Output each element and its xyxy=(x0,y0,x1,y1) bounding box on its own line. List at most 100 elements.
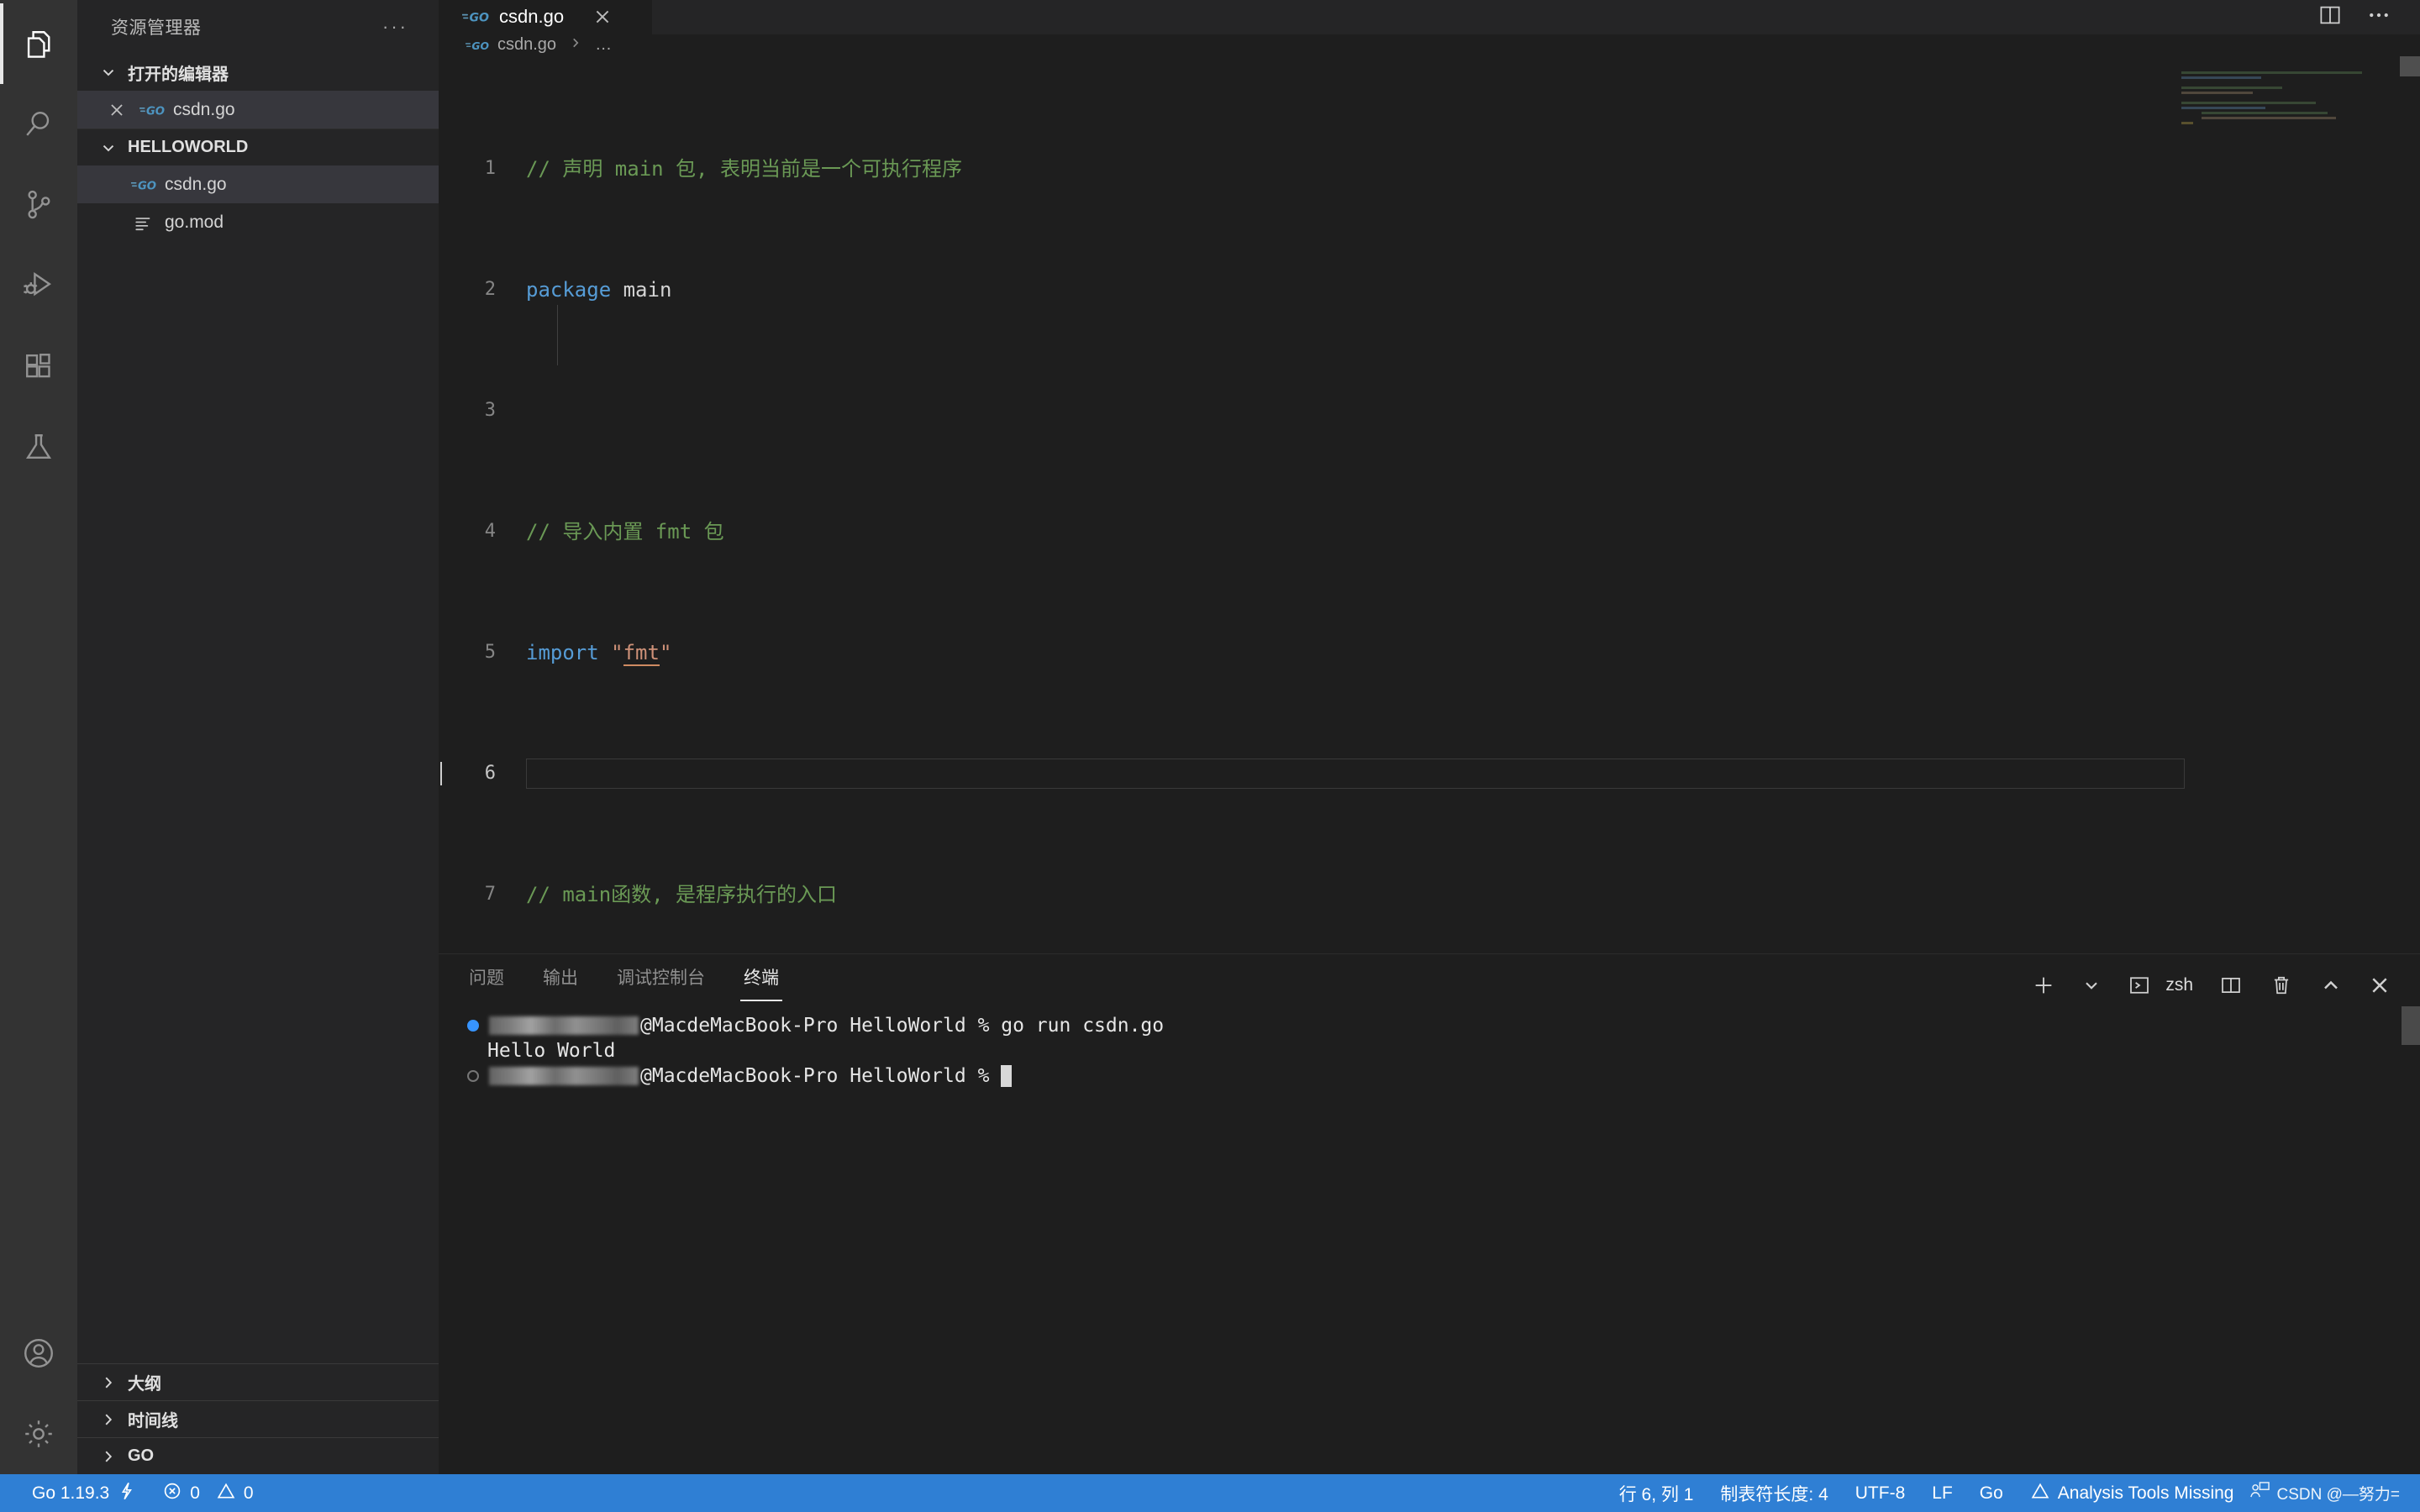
status-language-mode-label: Go xyxy=(1980,1483,2003,1504)
activity-item-search[interactable] xyxy=(0,84,77,165)
maximize-panel-icon[interactable] xyxy=(2319,974,2343,997)
code-line: 1 // 声明 main 包, 表明当前是一个可执行程序 xyxy=(439,154,2420,184)
svg-text:GO: GO xyxy=(471,40,489,52)
open-editor-item-csdn-go[interactable]: GO csdn.go xyxy=(77,91,439,129)
more-actions-icon[interactable] xyxy=(2366,3,2391,32)
split-terminal-icon[interactable] xyxy=(2218,973,2244,998)
terminal-line-text: Hello World xyxy=(487,1038,615,1063)
file-item-label: csdn.go xyxy=(165,175,227,195)
chevron-right-icon xyxy=(96,1407,121,1432)
editor-scrollbar-thumb[interactable] xyxy=(2400,56,2420,76)
file-item-csdn-go[interactable]: GO csdn.go xyxy=(77,165,439,203)
minimap[interactable] xyxy=(2181,71,2400,172)
line-content: // 声明 main 包, 表明当前是一个可执行程序 xyxy=(496,154,962,184)
status-problems[interactable]: 0 0 xyxy=(149,1474,266,1512)
sidebar-title: 资源管理器 xyxy=(111,14,202,39)
tab-csdn-go[interactable]: GO csdn.go xyxy=(439,0,653,34)
split-editor-icon[interactable] xyxy=(2317,3,2343,32)
status-bar-left: Go 1.19.3 0 0 xyxy=(0,1474,267,1512)
tab-terminal-label: 终端 xyxy=(744,964,779,990)
panel-tabs: 问题 输出 调试控制台 终端 xyxy=(466,954,782,1006)
current-line-highlight xyxy=(526,759,2185,789)
line-number: 1 xyxy=(439,154,496,184)
go-file-icon: GO xyxy=(466,37,489,54)
code-editor[interactable]: 1 // 声明 main 包, 表明当前是一个可执行程序 2 package m… xyxy=(439,56,2420,953)
status-eol-label: LF xyxy=(1932,1483,1953,1504)
status-analysis-tools-label: Analysis Tools Missing xyxy=(2058,1483,2234,1504)
terminal-scrollbar-thumb[interactable] xyxy=(2402,1006,2420,1045)
activity-item-run-and-debug[interactable] xyxy=(0,245,77,326)
section-go[interactable]: GO xyxy=(77,1437,439,1474)
activity-item-settings[interactable] xyxy=(0,1394,77,1474)
files-icon xyxy=(20,25,57,62)
activity-item-testing[interactable] xyxy=(0,407,77,487)
line-number: 3 xyxy=(439,396,496,426)
extensions-icon xyxy=(20,348,57,385)
tab-close-icon[interactable] xyxy=(592,7,613,27)
activity-item-explorer[interactable] xyxy=(0,3,77,84)
status-encoding-label: UTF-8 xyxy=(1855,1483,1906,1504)
line-number: 2 xyxy=(439,275,496,305)
status-go-version[interactable]: Go 1.19.3 xyxy=(18,1474,149,1512)
status-cursor-position[interactable]: 行 6, 列 1 xyxy=(1606,1474,1707,1512)
redacted-username xyxy=(489,1067,639,1085)
tab-problems-label: 问题 xyxy=(469,964,504,990)
token-keyword: package xyxy=(526,278,611,302)
svg-text:GO: GO xyxy=(469,12,489,25)
status-indentation[interactable]: 制表符长度: 4 xyxy=(1707,1474,1841,1512)
sidebar-more-actions-icon[interactable]: ··· xyxy=(382,16,408,38)
breadcrumb: GO csdn.go … xyxy=(439,34,2420,57)
terminal-output[interactable]: @MacdeMacBook-Pro HelloWorld % go run cs… xyxy=(439,1006,2420,1474)
new-terminal-icon[interactable] xyxy=(2031,973,2056,998)
breadcrumb-item-file[interactable]: csdn.go xyxy=(497,35,556,55)
status-analysis-tools[interactable]: Analysis Tools Missing xyxy=(2017,1474,2248,1512)
activity-item-extensions[interactable] xyxy=(0,326,77,407)
go-file-icon: GO xyxy=(131,176,156,194)
tab-terminal[interactable]: 终端 xyxy=(740,954,782,1006)
section-outline[interactable]: 大纲 xyxy=(77,1363,439,1400)
go-file-icon: GO xyxy=(139,101,165,119)
close-panel-icon[interactable] xyxy=(2368,974,2391,997)
section-go-label: GO xyxy=(128,1446,154,1466)
activity-bar xyxy=(0,0,77,1474)
chevron-right-icon xyxy=(96,1444,121,1469)
terminal-line: Hello World xyxy=(467,1038,2420,1063)
token-quote: " xyxy=(611,641,623,664)
terminal-cursor xyxy=(1001,1065,1012,1087)
tab-problems[interactable]: 问题 xyxy=(466,954,508,1006)
tab-output[interactable]: 输出 xyxy=(539,954,581,1006)
section-timeline-label: 时间线 xyxy=(128,1407,178,1431)
terminal-line-text: @MacdeMacBook-Pro HelloWorld % go run cs… xyxy=(640,1013,1164,1038)
trash-icon[interactable] xyxy=(2269,973,2294,998)
line-content: // main函数, 是程序执行的入口 xyxy=(496,879,837,910)
file-item-go-mod[interactable]: go.mod xyxy=(77,203,439,241)
tab-debug-console[interactable]: 调试控制台 xyxy=(613,954,708,1006)
line-number: 7 xyxy=(439,879,496,910)
terminal-shell-label[interactable]: zsh xyxy=(2165,975,2193,995)
line-content: // 导入内置 fmt 包 xyxy=(496,517,724,547)
status-language-mode[interactable]: Go xyxy=(1966,1474,2017,1512)
close-icon[interactable] xyxy=(103,101,131,119)
new-terminal-dropdown-icon[interactable] xyxy=(2081,975,2102,995)
text-cursor xyxy=(440,762,442,785)
chevron-down-icon xyxy=(96,60,121,85)
status-eol[interactable]: LF xyxy=(1918,1474,1966,1512)
section-timeline[interactable]: 时间线 xyxy=(77,1400,439,1437)
section-open-editors[interactable]: 打开的编辑器 xyxy=(77,54,439,91)
line-number: 5 xyxy=(439,638,496,668)
terminal-shell-icon[interactable] xyxy=(2127,973,2152,998)
editor-tab-bar: GO csdn.go xyxy=(439,0,2420,34)
source-control-icon xyxy=(20,186,57,223)
editor-scrollbar[interactable] xyxy=(2400,56,2420,953)
mod-file-icon xyxy=(131,213,156,232)
section-workspace-helloworld[interactable]: HELLOWORLD xyxy=(77,129,439,165)
code-line: 5 import "fmt" xyxy=(439,638,2420,668)
breadcrumb-item-more[interactable]: … xyxy=(595,35,612,55)
code-lines: 1 // 声明 main 包, 表明当前是一个可执行程序 2 package m… xyxy=(439,56,2420,953)
activity-item-source-control[interactable] xyxy=(0,165,77,245)
file-tree-empty-space xyxy=(77,241,439,1363)
panel-header: 问题 输出 调试控制台 终端 xyxy=(439,954,2420,1006)
activity-item-accounts[interactable] xyxy=(0,1313,77,1394)
status-encoding[interactable]: UTF-8 xyxy=(1842,1474,1919,1512)
csdn-watermark: CSDN @—努力= xyxy=(2248,1480,2409,1507)
